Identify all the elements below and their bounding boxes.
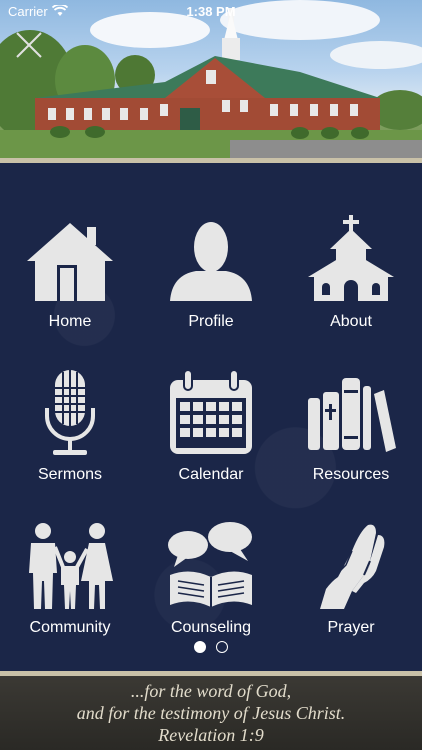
menu-label: Prayer bbox=[327, 619, 375, 636]
menu-item-prayer[interactable]: Prayer bbox=[281, 521, 421, 661]
page-dot-2[interactable] bbox=[216, 641, 228, 653]
page-dot-1[interactable] bbox=[194, 641, 206, 653]
menu-label: Counseling bbox=[170, 619, 252, 636]
house-icon bbox=[27, 223, 113, 301]
page-indicator bbox=[0, 641, 422, 653]
scripture-line-1: ...for the word of God, bbox=[130, 681, 292, 701]
menu-label: Calendar bbox=[178, 466, 244, 483]
menu-label: About bbox=[330, 313, 372, 330]
microphone-icon bbox=[45, 370, 95, 455]
status-time: 1:38 PM bbox=[186, 3, 236, 19]
scripture-line-2: and for the testimony of Jesus Christ. bbox=[76, 703, 346, 723]
status-bar: Carrier 1:38 PM bbox=[0, 0, 422, 22]
scripture-footer: ...for the word of God, and for the test… bbox=[0, 676, 422, 750]
wifi-icon bbox=[51, 5, 68, 16]
church-icon bbox=[308, 215, 394, 301]
menu-item-resources[interactable]: Resources bbox=[281, 368, 421, 508]
church-photo bbox=[0, 0, 422, 158]
menu-label: Community bbox=[29, 619, 111, 636]
menu-label: Profile bbox=[188, 313, 234, 330]
menu-item-calendar[interactable]: Calendar bbox=[141, 368, 281, 508]
menu-item-home[interactable]: Home bbox=[0, 215, 140, 355]
close-icon[interactable] bbox=[14, 30, 44, 60]
menu-label: Sermons bbox=[37, 466, 103, 483]
books-icon bbox=[308, 378, 396, 452]
menu-item-sermons[interactable]: Sermons bbox=[0, 368, 140, 508]
praying-hands-icon bbox=[320, 524, 385, 609]
person-icon bbox=[170, 222, 252, 301]
menu-label: Home bbox=[48, 313, 92, 330]
menu-item-community[interactable]: Community bbox=[0, 521, 140, 661]
menu-item-profile[interactable]: Profile bbox=[141, 215, 281, 355]
menu-item-counseling[interactable]: Counseling bbox=[141, 521, 281, 661]
bible-speech-icon bbox=[168, 522, 252, 607]
carrier: Carrier bbox=[8, 4, 68, 19]
menu-grid: Home Profile About Sermons Calendar Reso… bbox=[0, 163, 422, 671]
scripture-reference: Revelation 1:9 bbox=[158, 725, 264, 745]
menu-item-about[interactable]: About bbox=[281, 215, 421, 355]
calendar-icon bbox=[170, 369, 252, 454]
family-icon bbox=[29, 523, 113, 609]
menu-label: Resources bbox=[312, 466, 390, 483]
